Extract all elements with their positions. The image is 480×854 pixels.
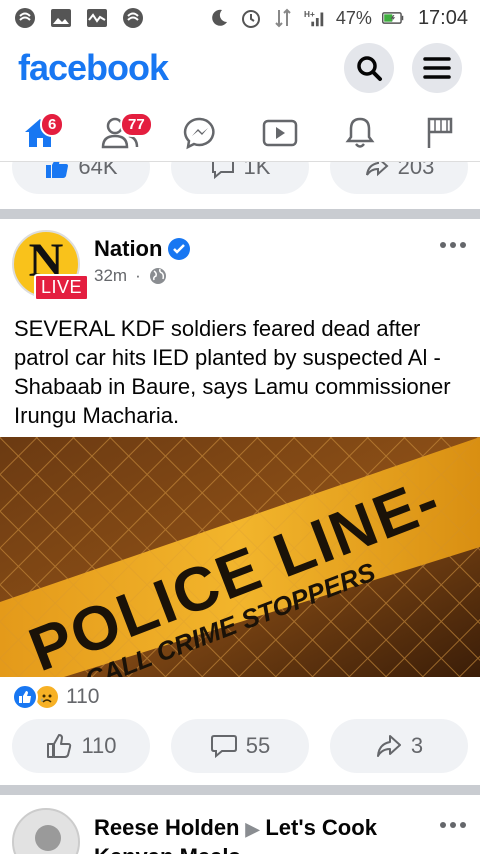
svg-text:H+: H+ xyxy=(304,10,315,19)
tab-friends[interactable]: 77 xyxy=(90,108,153,158)
next-post-title: Reese Holden▶Let's Cook Kenyan Meals xyxy=(94,814,414,854)
search-icon xyxy=(357,56,382,81)
verified-icon xyxy=(168,238,191,260)
more-dot-icon xyxy=(450,822,456,828)
like-reaction-icon xyxy=(12,684,38,710)
triangle-right-icon: ▶ xyxy=(245,819,260,839)
tab-messenger[interactable] xyxy=(170,108,230,158)
share-count: 3 xyxy=(410,733,424,758)
globe-icon xyxy=(149,268,166,284)
tab-watch[interactable] xyxy=(250,108,310,158)
post-meta: 32m · xyxy=(94,266,167,286)
data-transfer-icon xyxy=(272,7,294,29)
feed-separator xyxy=(0,209,480,219)
meta-separator: · xyxy=(135,266,141,285)
post-text: SEVERAL KDF soldiers feared dead after p… xyxy=(14,316,451,428)
status-bar: H+ 47% 17:04 xyxy=(0,0,480,36)
moon-icon xyxy=(208,7,230,29)
menu-button[interactable] xyxy=(412,43,462,93)
home-badge: 6 xyxy=(40,111,65,137)
more-dot-icon xyxy=(450,242,456,248)
alarm-icon xyxy=(240,7,262,29)
reaction-icons xyxy=(12,683,66,711)
battery-percent: 47% xyxy=(335,7,372,28)
tab-notifications[interactable] xyxy=(330,108,390,158)
flag-icon xyxy=(427,117,453,148)
page-name[interactable]: Nation xyxy=(94,236,162,262)
battery-charging-icon xyxy=(381,7,404,29)
author-name[interactable]: Reese Holden xyxy=(94,815,240,840)
comment-button[interactable]: 55 xyxy=(171,719,309,773)
activity-icon xyxy=(86,7,108,29)
comment-icon xyxy=(210,735,237,759)
more-dot-icon xyxy=(440,242,446,248)
menu-icon xyxy=(423,57,451,79)
comment-count: 55 xyxy=(245,733,271,758)
signal-icon: H+ xyxy=(304,7,326,29)
messenger-icon xyxy=(183,117,215,149)
share-button[interactable]: 3 xyxy=(330,719,468,773)
reaction-summary[interactable]: 110 xyxy=(12,683,99,711)
post-more-button[interactable] xyxy=(440,242,466,248)
facebook-logo[interactable]: facebook xyxy=(18,47,169,89)
search-button[interactable] xyxy=(344,43,394,93)
like-count: 110 xyxy=(81,733,117,758)
post-more-button[interactable] xyxy=(440,822,466,828)
police-tape-image: POLICE LINE- CALL CRIME STOPPERS xyxy=(0,437,480,677)
clock: 17:04 xyxy=(417,6,468,29)
notification-app-icon xyxy=(122,7,144,29)
nav-tabs: 6 77 xyxy=(0,104,480,162)
notification-app-icon xyxy=(14,7,36,29)
reaction-count: 110 xyxy=(66,685,100,708)
tab-home[interactable]: 6 xyxy=(10,108,70,158)
live-badge: LIVE xyxy=(34,274,90,301)
post-time[interactable]: 32m xyxy=(94,266,127,286)
tab-pages[interactable] xyxy=(410,108,470,158)
more-dot-icon xyxy=(460,242,466,248)
gallery-icon xyxy=(50,7,72,29)
share-icon xyxy=(376,735,401,757)
more-dot-icon xyxy=(460,822,466,828)
feed-separator xyxy=(0,785,480,795)
post-actions: 110 55 3 xyxy=(0,719,480,773)
more-dot-icon xyxy=(440,822,446,828)
bell-icon xyxy=(345,117,375,148)
post-header: N LIVE Nation 32m · xyxy=(0,228,480,308)
page-name-row: Nation xyxy=(94,236,191,262)
like-icon xyxy=(47,734,72,758)
watch-icon xyxy=(262,119,298,146)
post-image[interactable]: POLICE LINE- CALL CRIME STOPPERS xyxy=(0,437,480,677)
app-header: facebook xyxy=(0,40,480,96)
author-avatar[interactable] xyxy=(12,808,80,854)
next-post-header: Reese Holden▶Let's Cook Kenyan Meals xyxy=(0,808,480,854)
like-button[interactable]: 110 xyxy=(12,719,150,773)
friends-badge: 77 xyxy=(120,111,153,137)
